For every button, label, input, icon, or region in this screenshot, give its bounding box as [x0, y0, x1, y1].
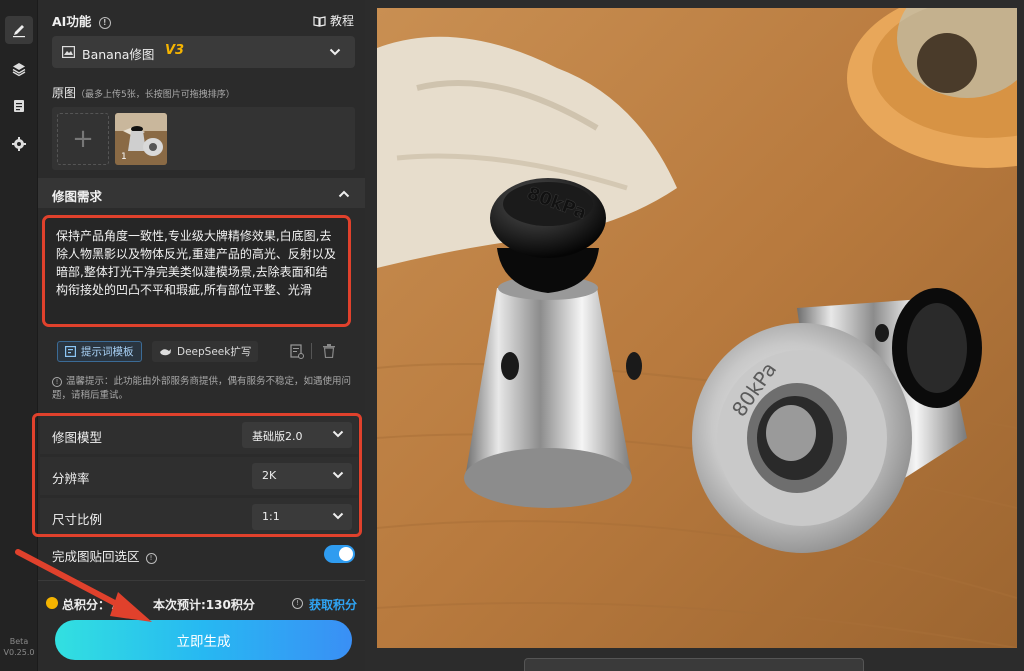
get-points-link[interactable]: 获取积分 — [309, 596, 357, 613]
requirement-textarea[interactable]: 保持产品角度一致性,专业级大牌精修效果,白底图,去除人物黑影以及物体反光,重建产… — [42, 215, 351, 327]
settings-tool[interactable] — [5, 130, 33, 158]
coin-icon — [46, 597, 58, 609]
divider — [38, 580, 365, 581]
product-photo[interactable]: 80kPa 80kPa — [377, 8, 1017, 648]
add-image-button[interactable]: + — [57, 113, 109, 165]
requirement-title: 修图需求 — [52, 189, 103, 204]
pencil-icon — [13, 25, 25, 38]
requirement-text: 保持产品角度一致性,专业级大牌精修效果,白底图,去除人物黑影以及物体反光,重建产… — [56, 229, 336, 297]
generate-button[interactable]: 立即生成 — [55, 620, 352, 660]
paste-back-toggle[interactable] — [324, 545, 355, 563]
image-thumbnail[interactable]: 1 — [115, 113, 167, 165]
image-icon — [62, 46, 75, 58]
version-label: Beta V0.25.0 — [3, 637, 35, 657]
plus-icon: + — [72, 124, 94, 154]
tutorial-link[interactable]: 教程 — [313, 12, 354, 29]
history-icon[interactable] — [290, 344, 304, 359]
tool-rail: Beta V0.25.0 — [0, 0, 38, 671]
template-icon — [65, 346, 76, 357]
edit-tool[interactable] — [5, 16, 33, 44]
toggle-knob — [339, 547, 353, 561]
total-points: 总积分：7 — [62, 598, 119, 612]
original-title: 原图（最多上传5张，长按图片可拖拽排序） — [52, 86, 235, 100]
model-name: Banana修图 — [82, 47, 155, 62]
info-icon[interactable]: ! — [98, 17, 111, 29]
notice-icon: ! — [52, 377, 62, 387]
book-icon — [313, 15, 326, 27]
whale-icon — [160, 348, 171, 355]
deepseek-expand-button[interactable]: DeepSeek扩写 — [152, 341, 259, 362]
info-icon[interactable]: ! — [145, 553, 157, 564]
estimated-points: 本次预计:130积分 — [153, 598, 255, 612]
service-notice: ! 温馨提示：此功能由外部服务商提供，偶有服务不稳定，如遇使用问题，请稍后重试。 — [52, 376, 352, 401]
thumbnail-index: 1 — [121, 152, 127, 162]
info-icon[interactable]: ! — [292, 598, 303, 609]
document-icon — [14, 100, 24, 112]
layers-tool[interactable] — [5, 55, 33, 83]
settings-highlight — [32, 413, 362, 537]
trash-icon[interactable] — [323, 344, 335, 358]
ai-model-select[interactable]: Banana修图 V3 — [52, 36, 355, 68]
prompt-template-button[interactable]: 提示词模板 — [57, 341, 142, 362]
layers-icon — [12, 63, 26, 77]
ai-section-title: AI功能 ! — [52, 11, 111, 30]
gear-icon — [12, 137, 26, 151]
chevron-up-icon[interactable] — [338, 189, 350, 199]
divider — [311, 343, 312, 359]
document-tool[interactable] — [5, 92, 33, 120]
app-window: Beta V0.25.0 AI功能 ! 教程 Banana修图 V3 原图（最多… — [0, 0, 1024, 671]
canvas-bottom-toolbar — [524, 658, 864, 671]
paste-back-label: 完成图贴回选区 ! — [52, 546, 157, 565]
chevron-down-icon — [329, 48, 341, 56]
model-version: V3 — [165, 43, 185, 58]
